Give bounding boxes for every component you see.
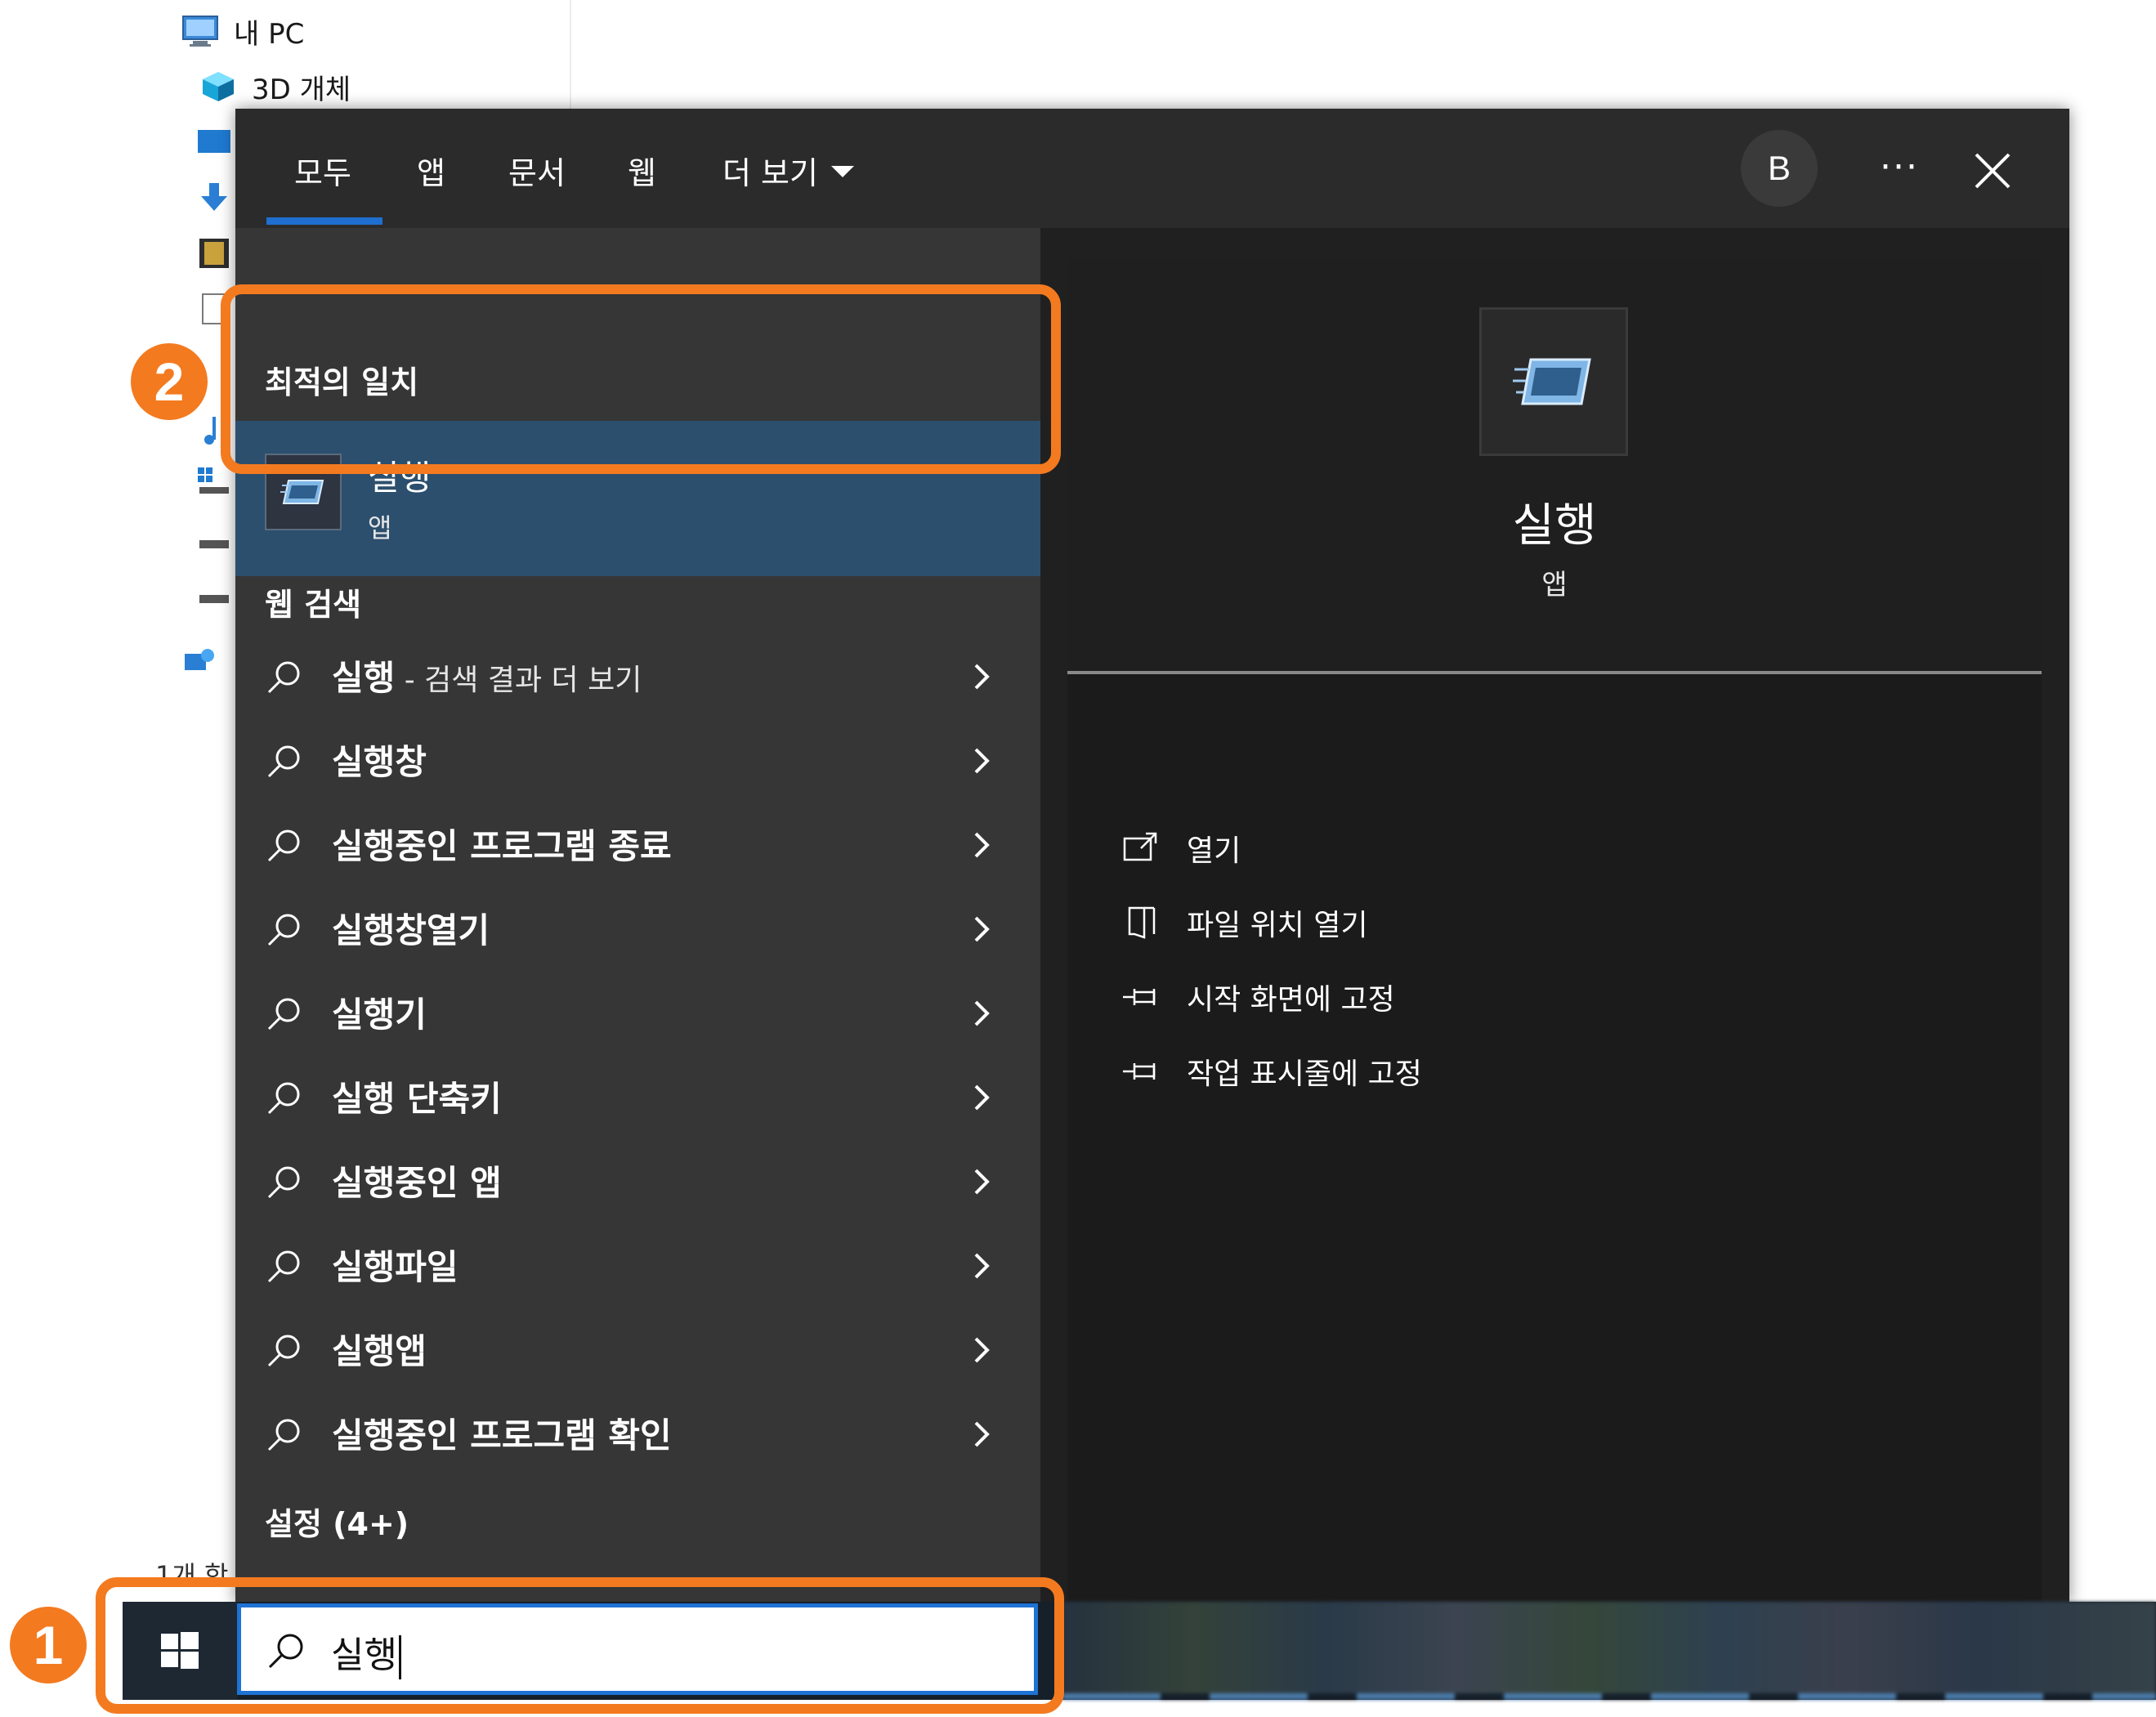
highlight-search-box: [96, 1577, 1064, 1714]
search-icon: [267, 1166, 300, 1199]
tree-item-label: 내 PC: [234, 17, 305, 51]
search-icon: [267, 745, 300, 778]
action-pin-to-start[interactable]: 시작 화면에 고정: [1121, 968, 1395, 1026]
cube-icon: [199, 70, 237, 103]
search-icon: [267, 1419, 300, 1451]
web-result-label: 실행기: [332, 994, 427, 1035]
drive-icon: [199, 595, 229, 603]
chevron-right-icon: [974, 832, 990, 858]
detail-divider: [1067, 671, 2042, 674]
search-icon: [267, 1250, 300, 1283]
taskbar-indicator-strip: [1062, 1693, 2156, 1700]
network-icon: [185, 649, 214, 670]
search-icon: [267, 1335, 300, 1367]
desktop-icon: [198, 130, 230, 153]
drive-icon: [199, 540, 229, 548]
web-result-label: 실행 단축키: [332, 1078, 502, 1119]
web-result-row[interactable]: 실행기: [235, 971, 1040, 1053]
detail-title: 실행: [1512, 499, 1597, 552]
web-result-label: 실행중인 앱: [332, 1162, 502, 1203]
search-tab-bar: 모두 앱 문서 웹 더 보기 B ···: [235, 109, 2069, 228]
web-result-row[interactable]: 실행앱: [235, 1308, 1040, 1389]
tab-apps[interactable]: 앱: [417, 141, 445, 199]
result-detail-pane: 실행 앱 열기 파일 위치 열기 시작 화면에 고정 작업 표시줄에 고정: [1067, 258, 2042, 1604]
chevron-right-icon: [974, 664, 990, 690]
tab-documents[interactable]: 문서: [508, 141, 566, 199]
tree-item-my-pc[interactable]: 내 PC: [181, 7, 304, 56]
chevron-right-icon: [974, 1000, 990, 1026]
chevron-down-icon: [830, 166, 854, 177]
web-result-row[interactable]: 실행중인 프로그램 종료: [235, 803, 1040, 884]
web-result-label: 실행앱: [332, 1330, 427, 1371]
web-result-label: 실행중인 프로그램 종료: [332, 825, 672, 866]
chevron-right-icon: [974, 916, 990, 942]
chevron-right-icon: [974, 1169, 990, 1195]
web-result-label: 실행중인 프로그램 확인: [332, 1415, 672, 1455]
best-match-subtitle: 앱: [368, 512, 392, 543]
web-search-heading: 웹 검색: [265, 587, 362, 623]
close-icon[interactable]: [1960, 138, 2025, 203]
chevron-right-icon: [974, 1337, 990, 1363]
web-result-row[interactable]: 실행 - 검색 결과 더 보기: [235, 634, 1040, 716]
web-result-row[interactable]: 실행중인 앱: [235, 1139, 1040, 1221]
file-location-icon: [1128, 906, 1156, 939]
open-icon: [1123, 832, 1157, 861]
step-badge-2: 2: [131, 343, 208, 420]
chevron-right-icon: [974, 1084, 990, 1111]
tree-item-label: 3D 개체: [252, 73, 351, 106]
action-open-file-location[interactable]: 파일 위치 열기: [1121, 894, 1368, 951]
pin-icon: [1123, 1063, 1156, 1080]
video-icon: [199, 239, 229, 268]
web-result-row[interactable]: 실행파일: [235, 1223, 1040, 1305]
web-result-row[interactable]: 실행창열기: [235, 887, 1040, 968]
action-open[interactable]: 열기: [1121, 820, 1241, 877]
windows-drive-icon: [198, 467, 229, 494]
chevron-right-icon: [974, 1253, 990, 1279]
web-result-label: 실행창열기: [332, 910, 490, 950]
web-result-label: 실행파일: [332, 1246, 458, 1287]
explorer-divider: [570, 0, 571, 110]
download-icon: [201, 183, 227, 211]
action-pin-to-taskbar[interactable]: 작업 표시줄에 고정: [1121, 1043, 1422, 1100]
tab-all[interactable]: 모두: [294, 141, 351, 199]
detail-subtitle: 앱: [1541, 569, 1568, 601]
search-icon: [267, 1082, 300, 1115]
search-icon: [267, 829, 300, 862]
settings-heading[interactable]: 설정 (4+): [265, 1499, 409, 1544]
tree-item-3d-objects[interactable]: 3D 개체: [199, 62, 351, 111]
web-result-label: 실행창: [332, 741, 427, 782]
web-result-row[interactable]: 실행창: [235, 718, 1040, 800]
monitor-icon: [181, 15, 219, 47]
active-tab-indicator: [266, 217, 382, 225]
avatar[interactable]: B: [1741, 130, 1818, 207]
run-app-icon: [1479, 307, 1628, 456]
search-icon: [267, 998, 300, 1031]
more-options-button[interactable]: ···: [1867, 138, 1932, 195]
web-result-row[interactable]: 실행 단축키: [235, 1055, 1040, 1137]
search-icon: [267, 914, 300, 946]
web-result-label: 실행 - 검색 결과 더 보기: [332, 657, 642, 698]
detail-header: 실행 앱: [1067, 258, 2042, 671]
web-result-row[interactable]: 실행중인 프로그램 확인: [235, 1392, 1040, 1473]
tab-more[interactable]: 더 보기: [722, 141, 854, 199]
search-icon: [267, 661, 300, 694]
pin-icon: [1123, 989, 1156, 1005]
tab-web[interactable]: 웹: [628, 141, 656, 199]
highlight-best-match: [221, 284, 1061, 474]
taskbar-pinned-apps[interactable]: [1062, 1602, 2156, 1700]
chevron-right-icon: [974, 1421, 990, 1447]
chevron-right-icon: [974, 748, 990, 774]
step-badge-1: 1: [10, 1607, 87, 1683]
